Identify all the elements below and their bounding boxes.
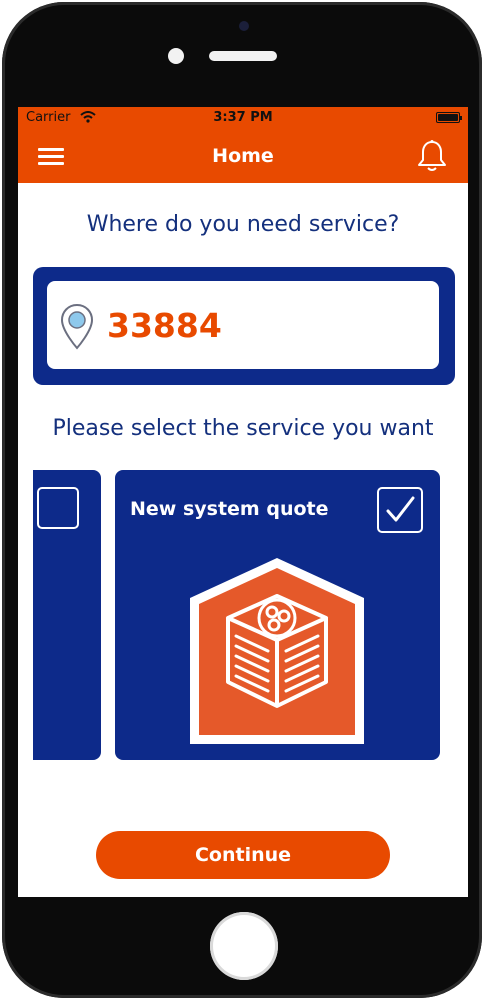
bell-icon[interactable] (416, 139, 448, 173)
app-screen: Carrier 3:37 PM Home Where do you need s… (18, 107, 468, 897)
hvac-house-icon (190, 558, 364, 744)
home-button[interactable] (210, 912, 278, 980)
continue-button[interactable]: Continue (96, 831, 390, 879)
battery-icon (436, 112, 462, 123)
nav-bar: Home (18, 129, 468, 183)
location-prompt: Where do you need service? (86, 212, 400, 237)
status-time: 3:37 PM (213, 110, 273, 125)
service-card-title: New system quote (130, 498, 329, 520)
service-checkbox-checked[interactable] (377, 487, 423, 533)
front-sensor (239, 21, 249, 31)
front-camera (168, 48, 184, 64)
service-prompt: Please select the service you want (52, 416, 434, 441)
zip-code-input[interactable] (107, 303, 407, 347)
earpiece-speaker (209, 51, 277, 61)
checkmark-icon (386, 496, 415, 522)
page-title: Home (212, 145, 274, 167)
location-pin-icon (60, 303, 94, 350)
service-checkbox-unchecked[interactable] (37, 487, 79, 529)
location-box (33, 267, 455, 385)
service-card-new-system-quote[interactable]: New system quote (115, 470, 440, 760)
zip-field-container (47, 281, 439, 369)
status-bar: Carrier 3:37 PM (18, 107, 468, 129)
service-card-previous[interactable] (33, 470, 101, 760)
